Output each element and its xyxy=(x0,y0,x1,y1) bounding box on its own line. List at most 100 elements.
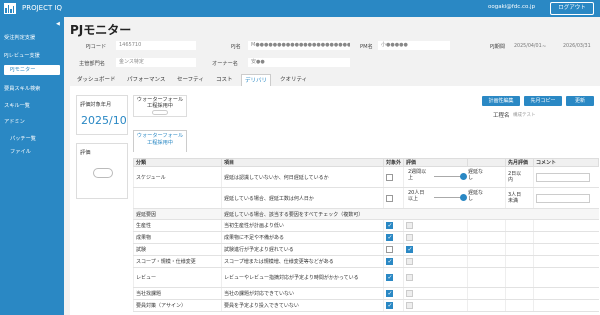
pm-label: PM名 xyxy=(360,44,373,50)
waterfall-toggle-card: ウォーターフォール 工程採用中 xyxy=(133,95,187,117)
row-category: スコープ・規模・仕様変更 xyxy=(133,255,222,268)
eval-month-value: 2025/10 xyxy=(81,114,127,127)
table-row: 試験 試験進行が予定より遅れている xyxy=(133,243,599,256)
sidebar-item-admin[interactable]: アドミン xyxy=(4,118,25,125)
collapse-icon[interactable]: ◀ xyxy=(56,21,60,27)
eval-checkbox[interactable] xyxy=(406,246,413,253)
eval-slider[interactable]: 2週間以 上 遅延な し xyxy=(406,167,505,185)
sidebar-item-pj-review[interactable]: PJレビュー支援 xyxy=(4,52,40,59)
excluded-checkbox[interactable] xyxy=(386,246,393,253)
row-category: スケジュール xyxy=(133,166,222,188)
eval-checkbox[interactable] xyxy=(406,302,413,309)
waterfall-process-tab[interactable]: ウォーターフォール 工程採用中 xyxy=(133,130,187,152)
sidebar-item-batch-list[interactable]: パッチー覧 xyxy=(10,135,36,142)
pj-name-value: M●●●●●●●●●●●●●●●●●●●●●● xyxy=(248,41,350,50)
excluded-checkbox[interactable] xyxy=(386,222,393,229)
pm-value: 小●●●●● xyxy=(378,41,450,50)
slider-handle[interactable] xyxy=(460,194,467,201)
page-title: PJモニター xyxy=(70,23,132,37)
table-row: スケジュール 遅延は認識していないか、何日遅延しているか 2週間以 上 遅延な … xyxy=(133,166,599,188)
eval-card: 評価 xyxy=(76,143,128,199)
row-category: 成果物 xyxy=(133,231,222,244)
excluded-checkbox[interactable] xyxy=(386,302,393,309)
excluded-checkbox[interactable] xyxy=(386,173,393,181)
row-category xyxy=(133,187,222,209)
sidebar-item-file[interactable]: ファイル xyxy=(10,148,31,155)
excluded-checkbox[interactable] xyxy=(386,290,393,297)
last-month-value: 3人日 未満 xyxy=(505,187,534,209)
eval-slider[interactable]: 20人日 以上 遅延な し xyxy=(406,188,505,206)
eval-checkbox[interactable] xyxy=(406,258,413,265)
cloud-icon xyxy=(93,168,113,178)
sidebar-item-pj-monitor[interactable]: PJモニター xyxy=(4,65,60,75)
sidebar-item-order-judgment[interactable]: 受注判定支援 xyxy=(4,34,35,41)
last-month-value: 2日以 内 xyxy=(505,166,534,188)
plan-edit-button[interactable]: 計画性編集 xyxy=(482,96,520,106)
col-item: 項目 xyxy=(221,158,384,167)
table-row: 要員対策（アサイン） 要員を予定より投入できていない xyxy=(133,299,599,312)
row-category: 遅延要因 xyxy=(133,208,222,220)
slider-handle[interactable] xyxy=(460,173,467,180)
slider-left-label: 2週間以 上 xyxy=(408,169,427,181)
period-end: 2026/03/31 xyxy=(563,44,591,49)
waterfall-label: ウォーターフォール 工程採用中 xyxy=(136,97,184,109)
pj-code-label: PJコード xyxy=(86,44,107,50)
waterfall-toggle[interactable] xyxy=(152,110,168,115)
row-category: レビュー xyxy=(133,267,222,288)
col-last-month: 先月評価 xyxy=(505,158,534,167)
slider-right-label: 遅延な し xyxy=(468,190,484,202)
col-eval-extra xyxy=(467,158,506,167)
col-comment: コメント xyxy=(533,158,599,167)
tab-delivery[interactable]: デリバリ xyxy=(241,74,272,86)
col-category: 分類 xyxy=(133,158,222,167)
pj-code-value: 1465710 xyxy=(116,41,196,50)
period-start: 2025/04/01 xyxy=(514,44,542,49)
excluded-checkbox[interactable] xyxy=(386,258,393,265)
row-category: 生産性 xyxy=(133,219,222,232)
tab-performance[interactable]: パフォーマンス xyxy=(124,74,168,86)
process-name-label: 工程名 xyxy=(493,113,510,119)
comment-input[interactable] xyxy=(536,193,590,203)
sidebar-item-skill-list[interactable]: スキル一覧 xyxy=(4,102,30,109)
row-item: 遅延している場合、遅延工数は何人日か xyxy=(221,187,384,209)
row-item: 遅延している場合、該当する要因をすべてチェック（複数可） xyxy=(221,208,599,220)
table-row: 遅延要因 遅延している場合、該当する要因をすべてチェック（複数可） xyxy=(133,208,599,220)
row-category: 試験 xyxy=(133,243,222,256)
owner-label: オーナー名 xyxy=(212,61,238,67)
copy-last-month-button[interactable]: 先月コピー xyxy=(524,96,562,106)
table-row: レビュー レビューやレビュー指摘対応が予定より時間がかかっている xyxy=(133,267,599,288)
excluded-checkbox[interactable] xyxy=(386,274,393,281)
slider-left-label: 20人日 以上 xyxy=(408,190,425,202)
table-row: 当社找課題 当社の課題が対応できていない xyxy=(133,287,599,300)
update-button[interactable]: 更新 xyxy=(566,96,594,106)
pj-name-label: PJ名 xyxy=(231,44,241,50)
eval-checkbox[interactable] xyxy=(406,222,413,229)
excluded-checkbox[interactable] xyxy=(386,194,393,202)
table-row: 遅延している場合、遅延工数は何人日か 20人日 以上 遅延な し 3人日 未満 xyxy=(133,187,599,209)
tab-cost[interactable]: コスト xyxy=(213,74,236,86)
dept-value: 金ンス特定 xyxy=(116,58,196,67)
eval-month-card: 評価対象年月 2025/10 xyxy=(76,95,128,135)
eval-checkbox[interactable] xyxy=(406,274,413,281)
sidebar-item-skill-search[interactable]: 要員スキル検索 xyxy=(4,85,40,92)
row-item: 成果物に不足や不備がある xyxy=(221,231,384,244)
brand-name: PROJECT IQ xyxy=(22,4,63,12)
row-item: 当初生産性が計画より低い xyxy=(221,219,384,232)
excluded-checkbox[interactable] xyxy=(386,234,393,241)
comment-input[interactable] xyxy=(536,172,590,182)
col-eval: 評価 xyxy=(403,158,468,167)
delivery-table: 分類 項目 対象外 評価 先月評価 コメント スケジュール 遅延は認識していない… xyxy=(133,158,599,312)
row-item: 要員を予定より投入できていない xyxy=(221,299,384,312)
tab-safety[interactable]: セーフティ xyxy=(174,74,207,86)
user-email: oogaki@fdc.co.jp xyxy=(488,4,536,10)
eval-month-label: 評価対象年月 xyxy=(80,102,112,108)
slider-right-label: 遅延な し xyxy=(468,169,484,181)
row-item: 試験進行が予定より遅れている xyxy=(221,243,384,256)
table-row: 生産性 当初生産性が計画より低い xyxy=(133,219,599,232)
logout-button[interactable]: ログアウト xyxy=(550,2,594,15)
tab-dashboard[interactable]: ダッシュボード xyxy=(74,74,119,86)
eval-checkbox[interactable] xyxy=(406,290,413,297)
eval-checkbox[interactable] xyxy=(406,234,413,241)
table-row: 成果物 成果物に不足や不備がある xyxy=(133,231,599,244)
tab-quality[interactable]: クオリティ xyxy=(277,74,310,86)
